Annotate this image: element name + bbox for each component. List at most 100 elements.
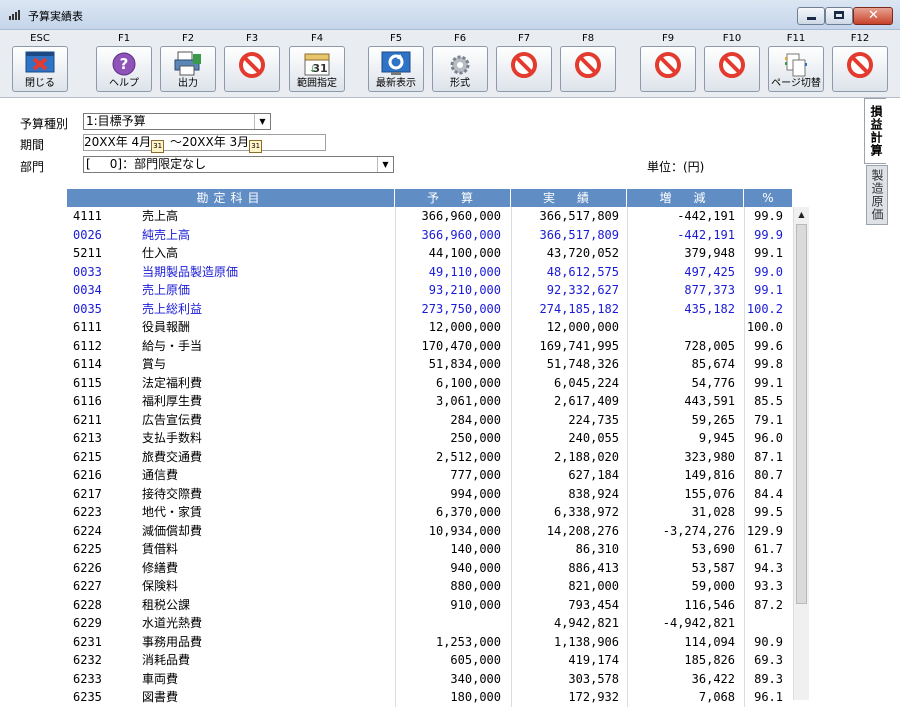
account-name: 修繕費 xyxy=(142,560,179,575)
disabled-icon xyxy=(718,51,746,82)
table-row[interactable]: 6228 租税公課 910,000 793,454 116,546 87.2 xyxy=(67,596,793,615)
fkey-f2: F2 出力 xyxy=(158,30,218,92)
table-row[interactable]: 0026 純売上高 366,960,000 366,517,809 -442,191 99… xyxy=(67,226,793,245)
tab-manufacturing-cost[interactable]: 製造原価 xyxy=(866,165,888,225)
budget-type-select[interactable]: 1:目標予算 ▼ xyxy=(83,113,271,130)
fkey-f2-button[interactable]: 出力 xyxy=(160,46,216,92)
table-row[interactable]: 6231 事務用品費 1,253,000 1,138,906 114,094 90.9 xyxy=(67,633,793,652)
period-to-field[interactable]: 20XX年 3月 31 xyxy=(182,135,263,153)
percent-cell: 80.7 xyxy=(754,468,783,482)
chevron-down-icon[interactable]: ▼ xyxy=(377,157,393,172)
diff-cell: 114,094 xyxy=(684,634,735,649)
table-row[interactable]: 0033 当期製品製造原価 49,110,000 48,612,575 497,425 9… xyxy=(67,263,793,282)
close-window-button[interactable]: ✕ xyxy=(853,7,893,25)
table-row[interactable]: 4111 売上高 366,960,000 366,517,809 -442,191 99.… xyxy=(67,207,793,226)
scroll-up-icon[interactable]: ▲ xyxy=(794,207,809,222)
fkey-label: F7 xyxy=(517,33,531,44)
table-row[interactable]: 6116 福利厚生費 3,061,000 2,617,409 443,591 85.5 xyxy=(67,392,793,411)
svg-text:?: ? xyxy=(120,55,129,73)
table-row[interactable]: 6115 法定福利費 6,100,000 6,045,224 54,776 99.1 xyxy=(67,374,793,393)
fkey-f3-button[interactable] xyxy=(224,46,280,92)
period-label: 期間 xyxy=(20,138,45,152)
header-account[interactable]: 勘定科目 xyxy=(67,189,395,207)
fkey-f11-button[interactable]: ページ切替 xyxy=(768,46,824,92)
table-row[interactable]: 6235 図書費 180,000 172,932 7,068 96.1 xyxy=(67,688,793,707)
fkey-f4-button[interactable]: 31 ↓ 範囲指定 xyxy=(289,46,345,92)
budget-cell: 940,000 xyxy=(450,560,501,575)
actual-cell: 303,578 xyxy=(568,671,619,686)
percent-cell: 99.1 xyxy=(754,246,783,260)
period-separator: ～ xyxy=(170,135,183,149)
percent-cell: 99.6 xyxy=(754,338,783,353)
title-bar: 予算実績表 ✕ xyxy=(0,0,900,30)
fkey-f6-button[interactable]: 形式 xyxy=(432,46,488,92)
percent-cell: 99.5 xyxy=(754,505,783,519)
table-row[interactable]: 6233 車両費 340,000 303,578 36,422 89.3 xyxy=(67,670,793,689)
account-code: 6223 xyxy=(73,505,102,519)
table-row[interactable]: 6227 保険料 880,000 821,000 59,000 93.3 xyxy=(67,577,793,596)
fkey-f12-button[interactable] xyxy=(832,46,888,92)
tab-profit-loss[interactable]: 損益計算 xyxy=(864,98,886,164)
diff-cell: 116,546 xyxy=(684,597,735,612)
table-row[interactable]: 0034 売上原価 93,210,000 92,332,627 877,373 99.1 xyxy=(67,281,793,300)
account-name: 水道光熱費 xyxy=(142,616,203,630)
table-row[interactable]: 6114 賞与 51,834,000 51,748,326 85,674 99.8 xyxy=(67,355,793,374)
table-row[interactable]: 6225 賃借料 140,000 86,310 53,690 61.7 xyxy=(67,540,793,559)
header-percent[interactable]: % xyxy=(744,189,793,207)
fkey-f7-button[interactable] xyxy=(496,46,552,92)
table-row[interactable]: 6229 水道光熱費 4,942,821 -4,942,821 xyxy=(67,614,793,633)
fkey-label: F3 xyxy=(245,33,259,44)
table-row[interactable]: 6216 通信費 777,000 627,184 149,816 80.7 xyxy=(67,466,793,485)
fkey-f8-button[interactable] xyxy=(560,46,616,92)
fkey-f9-button[interactable] xyxy=(640,46,696,92)
account-code: 6224 xyxy=(73,523,102,538)
fkey-f5-button[interactable]: 最新表示 xyxy=(368,46,424,92)
header-actual[interactable]: 実 績 xyxy=(511,189,627,207)
calendar-icon[interactable]: 31 xyxy=(249,140,263,153)
table-row[interactable]: 6211 広告宣伝費 284,000 224,735 59,265 79.1 xyxy=(67,411,793,430)
table-header: 勘定科目 予 算 実 績 増 減 % xyxy=(67,189,793,207)
minimize-button[interactable] xyxy=(797,7,825,25)
fkey-esc-button[interactable]: 閉じる xyxy=(12,46,68,92)
maximize-button[interactable] xyxy=(825,7,853,25)
fkey-f3: F3 xyxy=(222,30,282,92)
percent-cell: 87.2 xyxy=(754,597,783,612)
percent-cell: 129.9 xyxy=(746,523,783,538)
table-row[interactable]: 0035 売上総利益 273,750,000 274,185,182 435,182 10… xyxy=(67,300,793,319)
fkey-esc: ESC 閉じる xyxy=(10,30,70,92)
period-from-field[interactable]: 20XX年 4月 31 xyxy=(84,135,165,153)
disabled-icon xyxy=(846,51,874,82)
diff-cell: 85,674 xyxy=(691,357,735,371)
table-row[interactable]: 6232 消耗品費 605,000 419,174 185,826 69.3 xyxy=(67,651,793,670)
table-row[interactable]: 5211 仕入高 44,100,000 43,720,052 379,948 99.1 xyxy=(67,244,793,263)
actual-cell: 12,000,000 xyxy=(546,320,619,334)
table-row[interactable]: 6226 修繕費 940,000 886,413 53,587 94.3 xyxy=(67,559,793,578)
budget-cell: 51,834,000 xyxy=(428,357,501,371)
diff-cell: -4,942,821 xyxy=(662,616,735,630)
department-select[interactable]: [ 0]：部門限定なし ▼ xyxy=(83,156,394,173)
budget-cell: 250,000 xyxy=(450,431,501,445)
diff-cell: 323,980 xyxy=(684,449,735,464)
calendar-icon[interactable]: 31 xyxy=(151,140,165,153)
fkey-f10-button[interactable] xyxy=(704,46,760,92)
chevron-down-icon[interactable]: ▼ xyxy=(254,114,270,129)
table-row[interactable]: 6111 役員報酬 12,000,000 12,000,000 100.0 xyxy=(67,318,793,337)
scrollbar-thumb[interactable] xyxy=(796,224,807,604)
table-row[interactable]: 6223 地代・家賃 6,370,000 6,338,972 31,028 99.5 xyxy=(67,503,793,522)
table-row[interactable]: 6213 支払手数料 250,000 240,055 9,945 96.0 xyxy=(67,429,793,448)
table-row[interactable]: 6112 給与・手当 170,470,000 169,741,995 728,005 99… xyxy=(67,337,793,356)
fkey-f1-button[interactable]: ? ヘルプ xyxy=(96,46,152,92)
vertical-scrollbar[interactable]: ▲ xyxy=(793,207,809,700)
fkey-caption: ヘルプ xyxy=(109,78,139,89)
percent-cell: 85.5 xyxy=(754,394,783,408)
table-row[interactable]: 6217 接待交際費 994,000 838,924 155,076 84.4 xyxy=(67,485,793,504)
header-diff[interactable]: 増 減 xyxy=(627,189,744,207)
table-row[interactable]: 6215 旅費交通費 2,512,000 2,188,020 323,980 87.1 xyxy=(67,448,793,467)
percent-cell: 99.9 xyxy=(754,209,783,223)
chart-app-icon xyxy=(9,10,20,20)
account-code: 6114 xyxy=(73,357,102,371)
minimize-icon xyxy=(807,17,816,20)
account-code: 6112 xyxy=(73,338,102,353)
header-budget[interactable]: 予 算 xyxy=(395,189,511,207)
table-row[interactable]: 6224 減価償却費 10,934,000 14,208,276 -3,274,276 1… xyxy=(67,522,793,541)
